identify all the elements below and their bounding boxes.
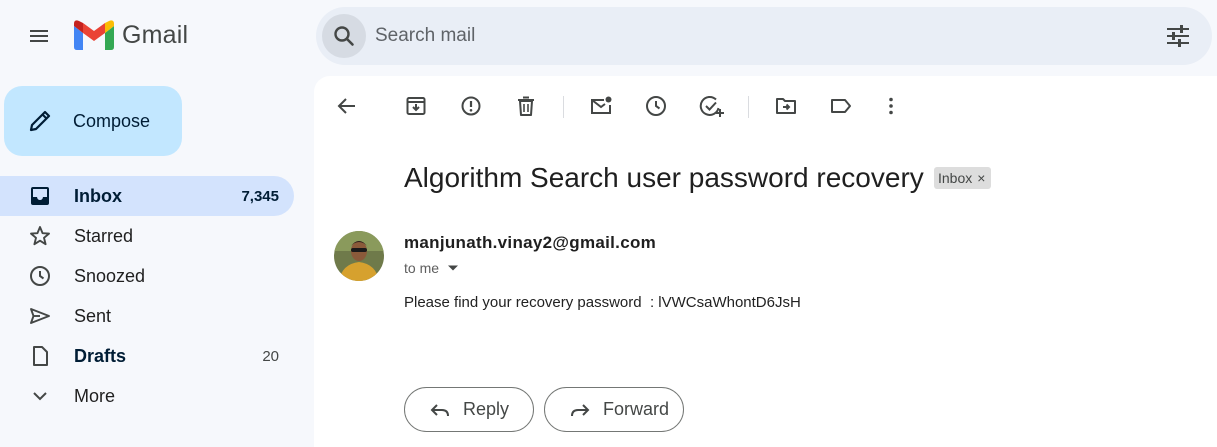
- draft-count: 20: [262, 347, 279, 365]
- search-button[interactable]: [322, 14, 366, 58]
- delete-icon: [518, 96, 534, 116]
- reply-button[interactable]: Reply: [404, 387, 534, 432]
- sidebar-item-label: Snoozed: [74, 265, 146, 286]
- move-to-button[interactable]: [774, 94, 798, 118]
- sidebar-nav: Inbox 7,345 Starred Snoozed Sent Drafts …: [0, 176, 294, 416]
- caret-down-icon: [448, 265, 459, 271]
- reply-icon: [430, 403, 449, 416]
- forward-label: Forward: [603, 399, 670, 419]
- gmail-m-logo-icon: [74, 20, 114, 50]
- gmail-logo[interactable]: Gmail: [74, 20, 188, 50]
- mark-unread-icon: [591, 96, 612, 114]
- report-spam-icon: [461, 96, 481, 116]
- recipient-text: to me: [404, 260, 440, 276]
- message-subject: Algorithm Search user password recovery: [404, 162, 924, 193]
- sidebar-item-label: Inbox: [74, 185, 122, 206]
- toolbar-divider: [748, 96, 749, 118]
- inbox-icon: [31, 187, 49, 205]
- sidebar-item-drafts[interactable]: Drafts 20: [0, 336, 294, 376]
- search-icon: [334, 26, 354, 46]
- archive-icon: [406, 97, 426, 115]
- search-options-icon: [1167, 25, 1189, 47]
- search-bar[interactable]: [316, 7, 1212, 65]
- pencil-icon: [29, 110, 51, 132]
- label-icon: [831, 99, 851, 113]
- sidebar-item-label: Sent: [74, 305, 112, 326]
- snooze-icon: [646, 96, 666, 116]
- draft-icon: [33, 346, 48, 366]
- app-name: Gmail: [122, 20, 189, 49]
- search-options-button[interactable]: [1164, 22, 1192, 50]
- move-to-icon: [776, 98, 796, 114]
- add-to-tasks-button[interactable]: [699, 94, 724, 118]
- hamburger-menu-icon: [30, 30, 48, 42]
- sidebar-item-inbox[interactable]: Inbox 7,345: [0, 176, 294, 216]
- report-spam-button[interactable]: [459, 94, 483, 118]
- snooze-button[interactable]: [644, 94, 668, 118]
- forward-icon: [571, 403, 590, 416]
- compose-button[interactable]: Compose: [4, 86, 182, 156]
- sidebar-item-starred[interactable]: Starred: [0, 216, 294, 256]
- back-button[interactable]: [335, 94, 359, 118]
- label-chip-inbox: Inbox ×: [934, 167, 992, 189]
- back-icon: [337, 98, 355, 114]
- reply-label: Reply: [463, 399, 510, 419]
- search-input[interactable]: [375, 25, 1135, 47]
- message-view: Algorithm Search user password recovery …: [314, 76, 1217, 447]
- label-chip-text: Inbox: [938, 170, 973, 186]
- archive-button[interactable]: [404, 94, 428, 118]
- sidebar-item-label: More: [74, 385, 116, 406]
- more-options-button[interactable]: [879, 94, 903, 118]
- mark-unread-button[interactable]: [589, 94, 613, 118]
- remove-label-button[interactable]: ×: [977, 170, 985, 186]
- sidebar-item-label: Drafts: [74, 345, 127, 366]
- sidebar-item-sent[interactable]: Sent: [0, 296, 294, 336]
- star-icon: [30, 226, 50, 246]
- recipient-details-toggle[interactable]: to me: [404, 260, 459, 276]
- clock-icon: [30, 266, 50, 286]
- avatar-photo-icon: [334, 231, 384, 281]
- add-to-tasks-icon: [699, 95, 724, 117]
- forward-button[interactable]: Forward: [544, 387, 684, 432]
- sidebar-item-label: Starred: [74, 225, 134, 246]
- sender-avatar[interactable]: [334, 231, 384, 281]
- send-icon: [30, 308, 50, 324]
- sidebar-item-snoozed[interactable]: Snoozed: [0, 256, 294, 296]
- chevron-down-icon: [33, 392, 47, 401]
- main-menu-button[interactable]: [17, 14, 61, 58]
- delete-button[interactable]: [514, 94, 538, 118]
- more-options-icon: [889, 97, 893, 115]
- message-body: Please find your recovery password : lVW…: [404, 294, 801, 311]
- sender-email[interactable]: manjunath.vinay2@gmail.com: [404, 233, 656, 253]
- unread-count: 7,345: [241, 187, 279, 205]
- label-button[interactable]: [829, 94, 853, 118]
- compose-label: Compose: [73, 110, 151, 131]
- sidebar-item-more[interactable]: More: [0, 376, 294, 416]
- toolbar-divider: [563, 96, 564, 118]
